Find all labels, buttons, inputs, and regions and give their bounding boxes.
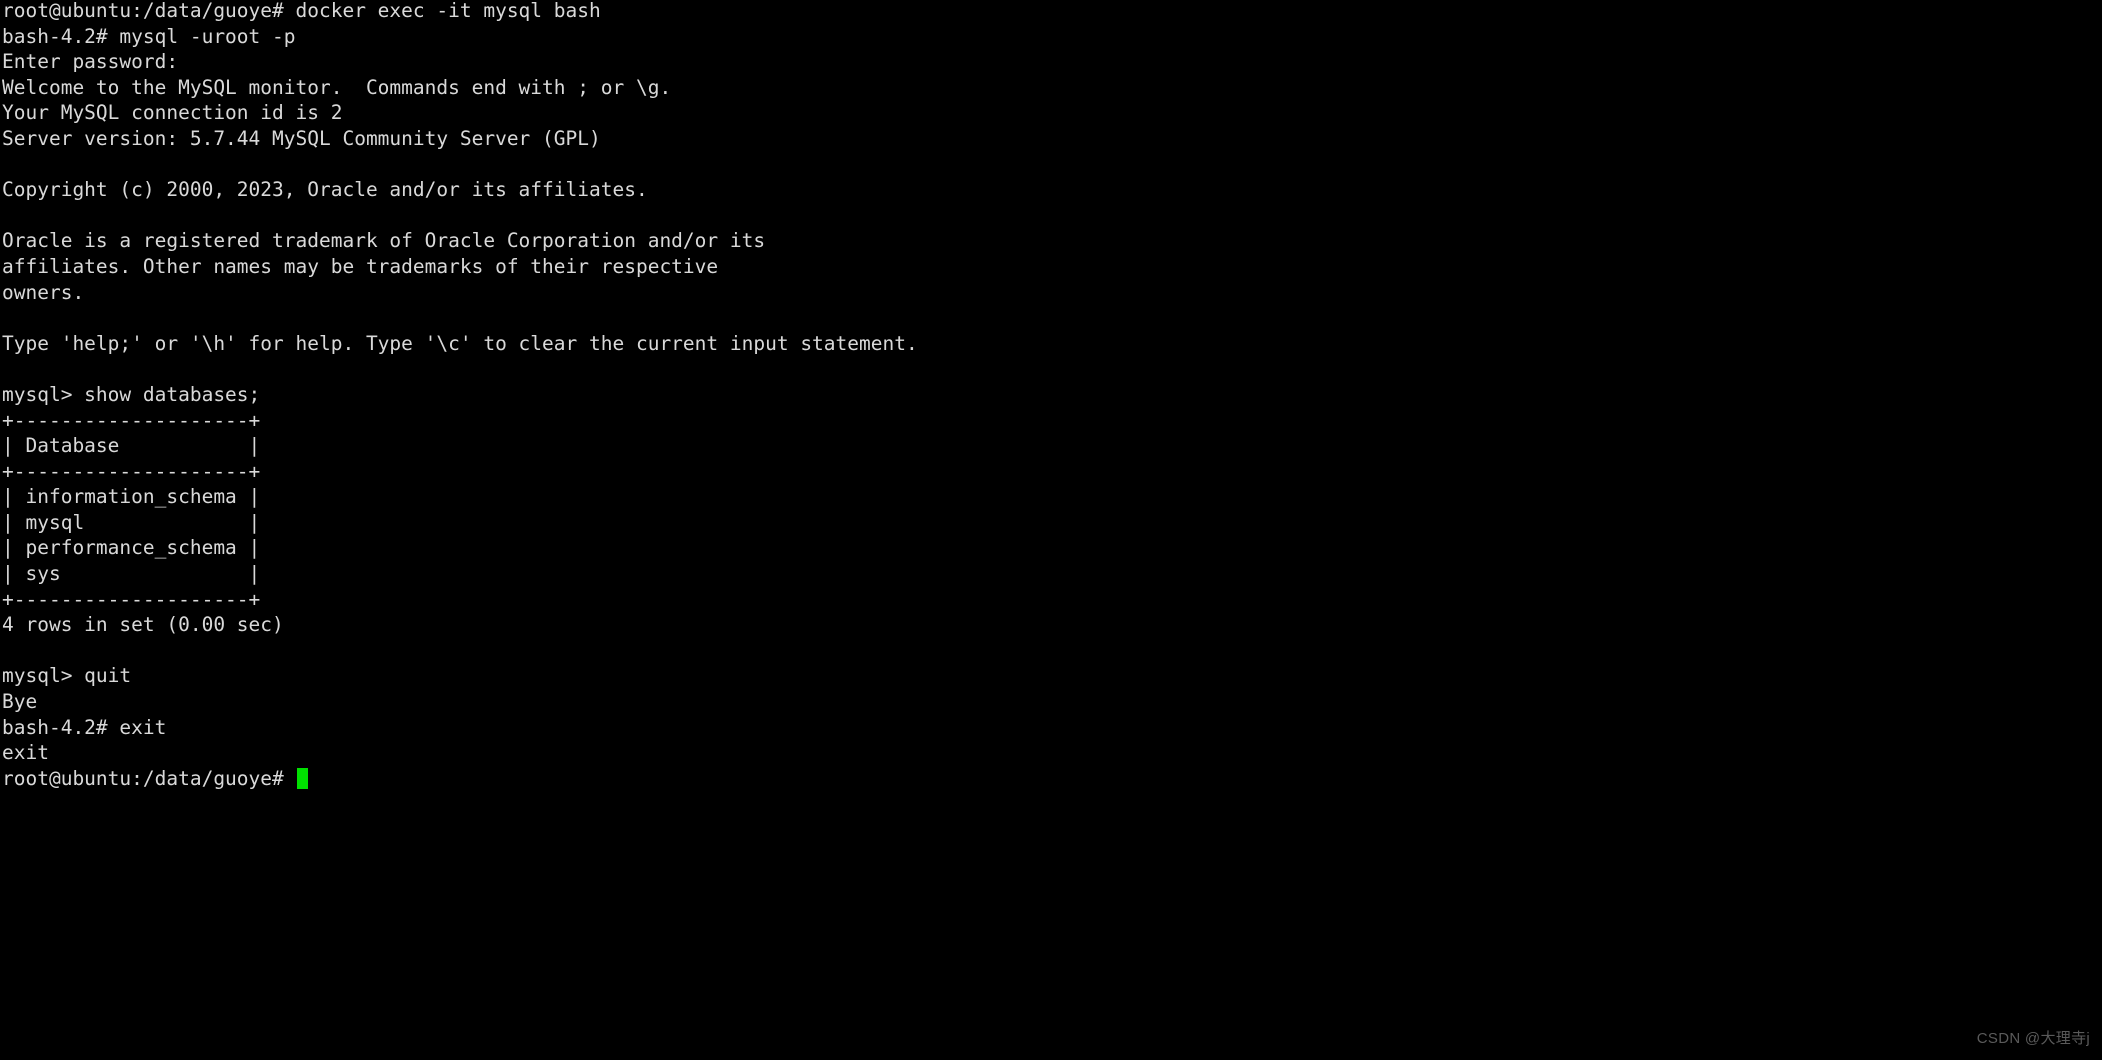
terminal-line: | information_schema |	[2, 485, 261, 509]
terminal-line: mysql> quit	[2, 664, 132, 688]
active-prompt-line[interactable]: root@ubuntu:/data/guoye#	[2, 766, 918, 792]
terminal-line: affiliates. Other names may be trademark…	[2, 254, 719, 278]
terminal-line: Enter password:	[2, 50, 179, 74]
terminal-line: bash-4.2# mysql -uroot -p	[2, 24, 296, 48]
shell-prompt: root@ubuntu:/data/guoye#	[2, 766, 296, 790]
terminal-line: | performance_schema |	[2, 536, 261, 560]
terminal-line: root@ubuntu:/data/guoye# docker exec -it…	[2, 0, 601, 22]
terminal-line: Server version: 5.7.44 MySQL Community S…	[2, 126, 601, 150]
terminal-line: | Database |	[2, 434, 261, 458]
terminal-line: bash-4.2# exit	[2, 715, 167, 739]
terminal-line: | mysql |	[2, 510, 261, 534]
terminal-line: 4 rows in set (0.00 sec)	[2, 613, 284, 637]
terminal-line: Your MySQL connection id is 2	[2, 101, 343, 125]
terminal-line: +--------------------+	[2, 408, 261, 432]
terminal-line: owners.	[2, 280, 85, 304]
terminal-line: +--------------------+	[2, 587, 261, 611]
text-cursor	[296, 767, 308, 789]
terminal-line: Type 'help;' or '\h' for help. Type '\c'…	[2, 331, 918, 355]
terminal-output: root@ubuntu:/data/guoye# docker exec -it…	[2, 0, 918, 791]
terminal-line: exit	[2, 741, 49, 765]
terminal-line: | sys |	[2, 562, 261, 586]
terminal-line: Copyright (c) 2000, 2023, Oracle and/or …	[2, 178, 648, 202]
csdn-watermark: CSDN @大理寺j	[1976, 1030, 2090, 1048]
terminal-line: mysql> show databases;	[2, 382, 261, 406]
terminal-line: +--------------------+	[2, 459, 261, 483]
terminal-line: Oracle is a registered trademark of Orac…	[2, 229, 766, 253]
terminal-line: Welcome to the MySQL monitor. Commands e…	[2, 75, 672, 99]
terminal-window[interactable]: root@ubuntu:/data/guoye# docker exec -it…	[0, 0, 2102, 1060]
terminal-line: Bye	[2, 690, 38, 714]
